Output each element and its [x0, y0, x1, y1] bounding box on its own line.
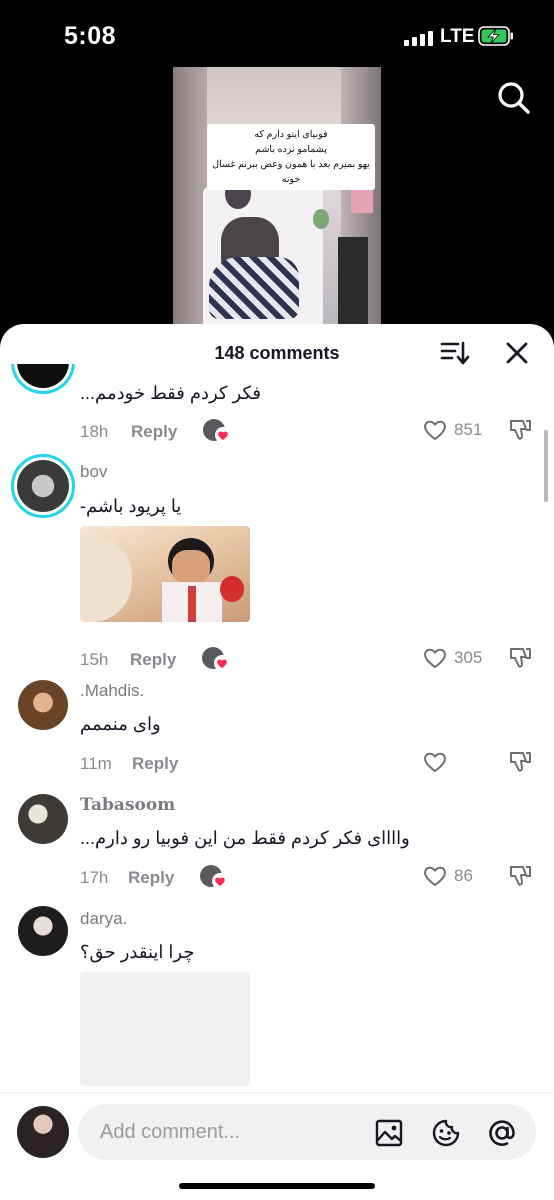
avatar[interactable] — [18, 680, 68, 730]
comment-time: 18h — [80, 422, 109, 441]
caption-line: یهو بمیرم بعد با همون وعض ببرنم غسال خون… — [212, 159, 370, 185]
video-caption: فوبیای اینو دارم که پشمامو نزده باشم یهو… — [207, 124, 375, 190]
comment-username[interactable]: .Mahdis. — [80, 681, 144, 701]
like-button[interactable]: 305 — [422, 645, 492, 671]
status-time: 5:08 — [64, 22, 117, 50]
signal-icon — [404, 30, 434, 46]
caption-line: فوبیای اینو دارم که — [254, 129, 328, 140]
dislike-icon[interactable] — [506, 645, 534, 671]
heart-icon — [212, 873, 228, 889]
comment-text: وای منممم — [80, 714, 161, 734]
comment-text: واااای فکر کردم فقط من این فوبیا رو دارم… — [80, 828, 410, 848]
like-button[interactable] — [422, 749, 492, 775]
like-button[interactable]: 851 — [422, 417, 492, 443]
close-icon[interactable] — [505, 341, 529, 365]
comment-item: darya. چرا اینقدر حق؟ — [0, 906, 554, 1086]
creator-liked-badge — [202, 646, 232, 672]
comment-input-container[interactable] — [78, 1104, 536, 1160]
avatar[interactable] — [18, 906, 68, 956]
like-button[interactable]: 86 — [422, 863, 492, 889]
heart-outline-icon — [424, 648, 446, 669]
comment-time: 15h — [80, 650, 109, 669]
comment-text: فکر کردم فقط خودمم... — [80, 383, 262, 403]
mention-icon[interactable] — [486, 1117, 518, 1149]
dislike-icon[interactable] — [506, 417, 534, 443]
comment-username[interactable]: darya. — [80, 909, 127, 929]
sort-icon[interactable] — [440, 340, 470, 366]
image-icon[interactable] — [374, 1118, 404, 1148]
comment-text: یا پریود باشم- — [80, 496, 182, 516]
scrollbar[interactable] — [544, 430, 548, 502]
avatar[interactable] — [11, 454, 75, 518]
comment-item: فکر کردم فقط خودمم... 18h Reply 851 — [0, 364, 554, 444]
avatar[interactable] — [17, 1106, 69, 1158]
comment-item: .Mahdis. وای منممم 11m Reply — [0, 680, 554, 790]
dislike-icon[interactable] — [506, 749, 534, 775]
heart-outline-icon — [424, 752, 446, 773]
heart-icon — [215, 427, 231, 443]
caption-line: پشمامو نزده باشم — [255, 144, 327, 155]
home-indicator — [179, 1183, 375, 1189]
avatar[interactable] — [18, 794, 68, 844]
reply-button[interactable]: Reply — [130, 650, 176, 670]
heart-outline-icon — [424, 420, 446, 441]
comment-item: bov یا پریود باشم- 15h Reply 305 — [0, 454, 554, 674]
creator-liked-badge — [200, 864, 230, 890]
comment-input[interactable] — [100, 1118, 360, 1146]
avatar[interactable] — [11, 364, 75, 394]
like-count: 86 — [454, 866, 473, 885]
search-icon[interactable] — [496, 80, 532, 116]
comment-text: چرا اینقدر حق؟ — [80, 942, 195, 962]
reply-button[interactable]: Reply — [131, 422, 177, 442]
creator-liked-badge — [203, 418, 233, 444]
comment-image[interactable] — [80, 526, 250, 622]
like-count: 305 — [454, 648, 483, 667]
comment-time: 17h — [80, 868, 109, 887]
emoji-icon[interactable] — [430, 1117, 462, 1149]
network-type: LTE — [440, 26, 475, 47]
comments-count: 148 comments — [214, 343, 340, 363]
comment-item: Tabasoom واااای فکر کردم فقط من این فوبی… — [0, 794, 554, 904]
heart-icon — [214, 655, 230, 671]
reply-button[interactable]: Reply — [132, 754, 178, 774]
status-bar: 5:08 LTE — [0, 0, 554, 70]
battery-charging-icon — [478, 26, 513, 46]
heart-outline-icon — [424, 866, 446, 887]
comments-sheet: 148 comments فکر کردم فقط خودمم... 18h R… — [0, 324, 554, 1200]
comment-username[interactable]: Tabasoom — [80, 795, 175, 815]
comment-time: 11m — [80, 754, 112, 773]
comment-composer — [0, 1092, 554, 1200]
reply-button[interactable]: Reply — [128, 868, 174, 888]
dislike-icon[interactable] — [506, 863, 534, 889]
like-count: 851 — [454, 420, 483, 439]
comments-list[interactable]: فکر کردم فقط خودمم... 18h Reply 851 bov … — [0, 364, 554, 1086]
comment-username[interactable]: bov — [80, 462, 107, 482]
video-preview[interactable]: فوبیای اینو دارم که پشمامو نزده باشم یهو… — [173, 67, 381, 329]
comment-image[interactable] — [80, 972, 250, 1086]
